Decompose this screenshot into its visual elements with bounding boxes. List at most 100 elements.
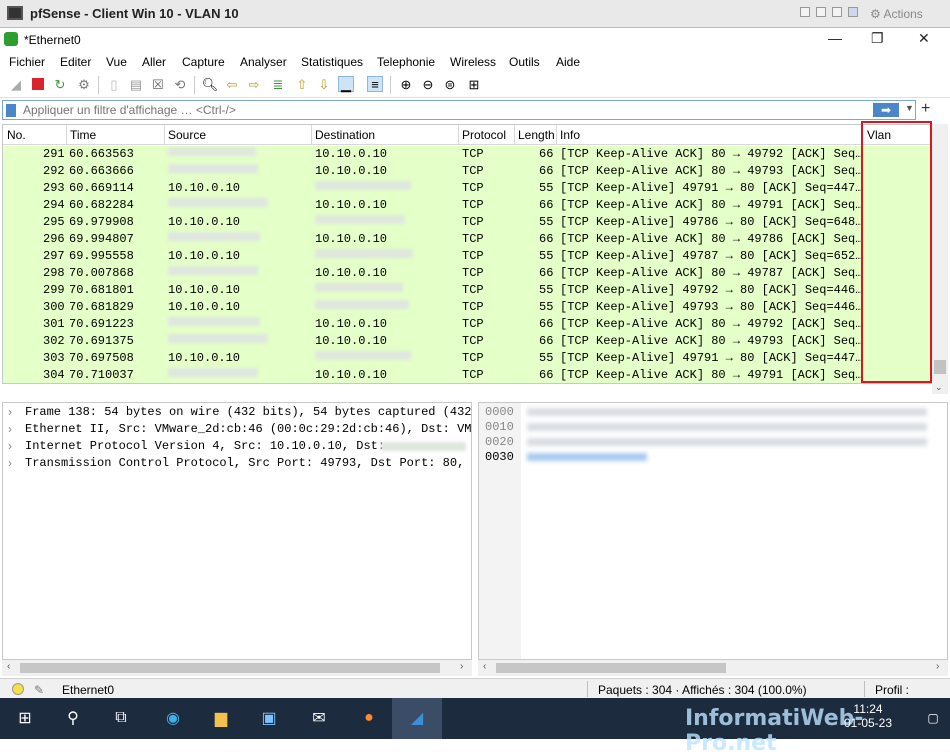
colorize-icon[interactable]: ≡ (367, 76, 383, 92)
menu-capture[interactable]: Capture (182, 55, 225, 69)
store-icon[interactable]: ▣ (256, 706, 282, 730)
col-protocol[interactable]: Protocol (462, 128, 506, 142)
packet-row[interactable]: 298 70.007868 10.10.0.10 TCP 66 [TCP Keep-Ali… (3, 265, 931, 282)
resize-columns-icon[interactable]: ⊞ (466, 76, 482, 92)
details-hscrollbar[interactable]: ‹ › (2, 660, 472, 676)
save-file-icon[interactable]: ▤ (128, 76, 144, 92)
close-file-icon[interactable]: ☒ (150, 76, 166, 92)
reload-icon[interactable]: ⟲ (172, 76, 188, 92)
packet-info: [TCP Keep-Alive ACK] 80 → 49791 [ACK] Se… (560, 198, 863, 212)
last-packet-icon[interactable]: ⇩ (316, 76, 332, 92)
system-clock[interactable]: 11:24 01-05-23 (838, 702, 898, 730)
actions-menu[interactable]: ⚙ Actions (870, 7, 923, 21)
edge-icon[interactable]: ◉ (160, 706, 186, 730)
vm-ctrl-icon[interactable] (832, 7, 842, 17)
col-destination[interactable]: Destination (315, 128, 375, 142)
maximize-button[interactable]: ❐ (871, 30, 884, 47)
notifications-icon[interactable]: ▢ (920, 706, 946, 730)
detail-row-ethernet[interactable]: › Ethernet II, Src: VMware_2d:cb:46 (00:0… (3, 421, 471, 438)
scrollbar-thumb[interactable] (496, 663, 726, 673)
expand-chevron-icon[interactable]: › (8, 405, 12, 419)
scroll-left-icon[interactable]: ‹ (483, 661, 486, 672)
expert-info-icon[interactable] (12, 683, 24, 695)
menu-wireless[interactable]: Wireless (450, 55, 496, 69)
menu-fichier[interactable]: Fichier (9, 55, 45, 69)
restart-capture-icon[interactable]: ↻ (52, 76, 68, 92)
apply-filter-arrow-icon[interactable]: ➡ (873, 103, 899, 117)
go-forward-icon[interactable]: ⇨ (246, 76, 262, 92)
packet-row[interactable]: 303 70.697508 10.10.0.10 TCP 55 [TCP Keep-Ali… (3, 350, 931, 367)
menu-analyser[interactable]: Analyser (240, 55, 287, 69)
packet-row[interactable]: 300 70.681829 10.10.0.10 TCP 55 [TCP Keep-Ali… (3, 299, 931, 316)
keyboard-flag-icon[interactable] (848, 7, 858, 17)
detail-row-ip[interactable]: › Internet Protocol Version 4, Src: 10.10… (3, 438, 471, 455)
minimize-button[interactable]: — (828, 30, 842, 46)
col-no[interactable]: No. (7, 128, 26, 142)
col-info[interactable]: Info (560, 128, 580, 142)
col-length[interactable]: Length (518, 128, 555, 142)
close-button[interactable]: ✕ (918, 30, 930, 47)
display-filter-input[interactable] (23, 102, 843, 118)
mail-icon[interactable]: ✉ (306, 706, 332, 730)
search-icon[interactable]: ⚲ (60, 706, 86, 730)
menu-aide[interactable]: Aide (556, 55, 580, 69)
go-back-icon[interactable]: ⇦ (224, 76, 240, 92)
find-packet-icon[interactable]: 🔍︎ (202, 76, 219, 92)
menu-statistiques[interactable]: Statistiques (301, 55, 363, 69)
vm-ctrl-icon[interactable] (816, 7, 826, 17)
col-time[interactable]: Time (70, 128, 96, 142)
packet-row[interactable]: 293 60.669114 10.10.0.10 TCP 55 [TCP Keep-Ali… (3, 180, 931, 197)
menu-aller[interactable]: Aller (142, 55, 166, 69)
packet-row[interactable]: 296 69.994807 10.10.0.10 TCP 66 [TCP Keep-Ali… (3, 231, 931, 248)
packet-row[interactable]: 299 70.681801 10.10.0.10 TCP 55 [TCP Keep-Ali… (3, 282, 931, 299)
detail-row-tcp[interactable]: › Transmission Control Protocol, Src Port… (3, 455, 471, 472)
comment-icon[interactable]: ✎ (34, 683, 44, 697)
stop-capture-icon[interactable] (32, 78, 44, 90)
start-capture-icon[interactable]: ◢ (8, 76, 24, 92)
scroll-left-icon[interactable]: ‹ (7, 661, 10, 672)
packet-row[interactable]: 304 70.710037 10.10.0.10 TCP 66 [TCP Keep-Ali… (3, 367, 931, 383)
firefox-icon[interactable]: ● (356, 706, 382, 730)
menu-telephonie[interactable]: Telephonie (377, 55, 435, 69)
redacted-address (168, 334, 268, 343)
bookmark-icon[interactable] (6, 104, 16, 117)
menu-vue[interactable]: Vue (106, 55, 127, 69)
packet-row[interactable]: 302 70.691375 10.10.0.10 TCP 66 [TCP Keep-Ali… (3, 333, 931, 350)
packet-row[interactable]: 292 60.663666 10.10.0.10 TCP 66 [TCP Keep-Ali… (3, 163, 931, 180)
capture-options-icon[interactable]: ⚙ (76, 76, 92, 92)
bytes-hscrollbar[interactable]: ‹ › (478, 660, 948, 676)
open-file-icon[interactable]: ▯ (106, 76, 122, 92)
packet-row[interactable]: 291 60.663563 10.10.0.10 TCP 66 [TCP Keep-Ali… (3, 146, 931, 163)
packet-row[interactable]: 294 60.682284 10.10.0.10 TCP 66 [TCP Keep-Ali… (3, 197, 931, 214)
packet-row[interactable]: 297 69.995558 10.10.0.10 TCP 55 [TCP Keep-Ali… (3, 248, 931, 265)
scroll-down-icon[interactable]: ⌄ (935, 382, 943, 393)
scroll-right-icon[interactable]: › (936, 661, 939, 672)
zoom-in-icon[interactable]: ⊕ (398, 76, 414, 92)
first-packet-icon[interactable]: ⇧ (294, 76, 310, 92)
scrollbar-thumb[interactable] (934, 360, 946, 374)
file-explorer-icon[interactable]: ▆ (208, 706, 234, 730)
windows-start-icon[interactable]: ⊞ (12, 706, 38, 730)
zoom-reset-icon[interactable]: ⊜ (442, 76, 458, 92)
add-filter-button[interactable]: + (921, 100, 930, 118)
expand-chevron-icon[interactable]: › (8, 456, 12, 470)
vm-ctrl-icon[interactable] (800, 7, 810, 17)
zoom-out-icon[interactable]: ⊖ (420, 76, 436, 92)
expand-chevron-icon[interactable]: › (8, 422, 12, 436)
packet-row[interactable]: 301 70.691223 10.10.0.10 TCP 66 [TCP Keep-Ali… (3, 316, 931, 333)
go-to-packet-icon[interactable]: ≣ (270, 76, 286, 92)
packet-list-scrollbar[interactable]: ⌄ (932, 124, 948, 394)
menu-editer[interactable]: Editer (60, 55, 91, 69)
scroll-right-icon[interactable]: › (460, 661, 463, 672)
filter-dropdown-icon[interactable]: ▼ (905, 103, 914, 113)
wireshark-icon[interactable]: ◢ (404, 706, 430, 730)
detail-row-frame[interactable]: › Frame 138: 54 bytes on wire (432 bits),… (3, 404, 471, 421)
packet-row[interactable]: 295 69.979908 10.10.0.10 TCP 55 [TCP Keep-Ali… (3, 214, 931, 231)
autoscroll-icon[interactable]: ▁ (338, 76, 354, 92)
task-view-icon[interactable]: ⧉ (108, 706, 134, 730)
expand-chevron-icon[interactable]: › (8, 439, 12, 453)
scrollbar-thumb[interactable] (20, 663, 440, 673)
col-source[interactable]: Source (168, 128, 206, 142)
vm-title: pfSense - Client Win 10 - VLAN 10 (30, 6, 239, 21)
menu-outils[interactable]: Outils (509, 55, 540, 69)
